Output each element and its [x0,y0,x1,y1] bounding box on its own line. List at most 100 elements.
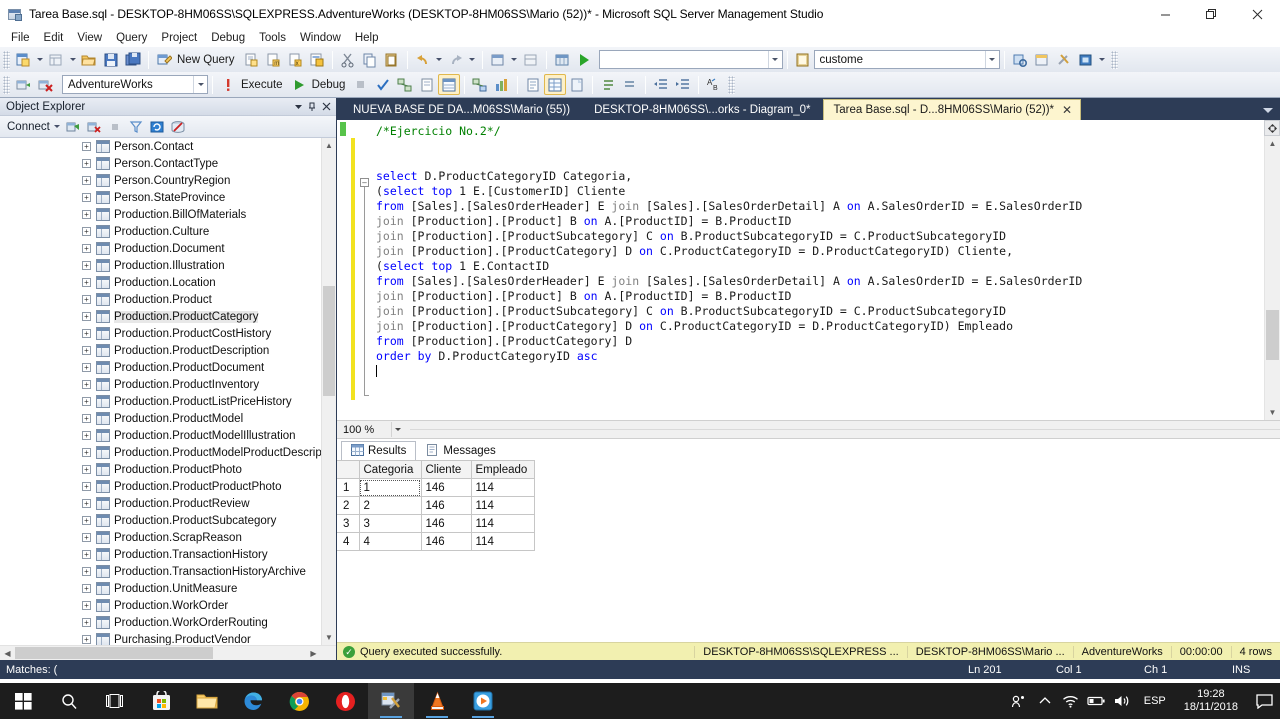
close-button[interactable] [1234,0,1280,29]
expand-icon[interactable]: + [82,227,91,236]
grid-col-empleado[interactable]: Empleado [470,460,535,479]
menu-edit[interactable]: Edit [37,31,71,45]
scrollbar-thumb[interactable] [1266,310,1279,360]
clock[interactable]: 19:28 18/11/2018 [1174,688,1248,714]
tools-options-icon[interactable] [1053,49,1075,70]
toolbox-icon[interactable] [1075,49,1097,70]
input-language-indicator[interactable]: ESP [1136,695,1174,707]
database-combo[interactable]: AdventureWorks [62,75,208,94]
expand-icon[interactable]: + [82,295,91,304]
menu-help[interactable]: Help [348,31,386,45]
toolbar-grip[interactable] [3,75,10,94]
paste-icon[interactable] [381,49,403,70]
show-hidden-icons-chevron-icon[interactable] [1032,683,1058,719]
scrollbar-thumb[interactable] [323,286,335,396]
grid-col-categoria[interactable]: Categoria [358,460,422,479]
minimize-button[interactable] [1142,0,1188,29]
tree-node[interactable]: + Production.Document [0,240,336,257]
grid-cell[interactable]: 4 [358,532,422,551]
row-number[interactable]: 4 [337,532,360,551]
scroll-up-icon[interactable]: ▲ [1265,136,1280,151]
tree-node[interactable]: + Production.ProductDocument [0,359,336,376]
tree-node[interactable]: + Production.ProductModel [0,410,336,427]
sql-code-text[interactable]: /*Ejercicio No.2*/ select D.ProductCateg… [373,120,1264,420]
expand-icon[interactable]: + [82,176,91,185]
tab-list-dropdown-icon[interactable] [1260,103,1276,117]
toolbar-grip[interactable] [3,50,10,69]
tree-node[interactable]: + Production.Culture [0,223,336,240]
tree-node[interactable]: + Production.WorkOrderRouting [0,614,336,631]
tree-node[interactable]: + Production.Illustration [0,257,336,274]
expand-icon[interactable]: + [82,550,91,559]
tree-node[interactable]: + Production.ProductDescription [0,342,336,359]
display-estimated-plan-icon[interactable] [394,74,416,95]
expand-icon[interactable]: + [82,278,91,287]
include-client-statistics-icon[interactable] [491,74,513,95]
new-dmx-query-icon[interactable] [306,49,328,70]
disconnect-icon[interactable] [34,74,56,95]
diagram-dropdown-icon[interactable] [509,49,520,70]
tree-node[interactable]: + Purchasing.ProductVendor [0,631,336,645]
new-mdx-query-icon[interactable]: x [284,49,306,70]
find-combo[interactable]: custome [813,50,1000,69]
grid-cell[interactable]: 114 [470,532,535,551]
grid-cell[interactable]: 1 [358,478,422,497]
expand-icon[interactable]: + [82,363,91,372]
expand-icon[interactable]: + [82,261,91,270]
object-explorer-tree[interactable]: + Person.Contact + Person.ContactType + Perso… [0,138,336,645]
include-actual-plan-icon[interactable] [469,74,491,95]
editor-split-handle[interactable] [1264,120,1280,136]
expand-icon[interactable]: + [82,414,91,423]
copy-icon[interactable] [359,49,381,70]
results-to-grid-2-icon[interactable] [544,74,567,95]
expand-icon[interactable]: + [82,584,91,593]
grid-cell[interactable]: 114 [470,496,535,515]
expand-icon[interactable]: + [82,482,91,491]
new-query-label[interactable]: New Query [175,54,240,66]
row-number[interactable]: 1 [337,478,360,497]
expand-icon[interactable]: + [82,635,91,644]
search-icon[interactable] [46,683,92,719]
undo-dropdown-icon[interactable] [434,49,445,70]
object-explorer-hscrollbar[interactable]: ◀ ▶ [0,645,336,660]
tree-node[interactable]: + Production.TransactionHistory [0,546,336,563]
debug-label[interactable]: Debug [310,79,351,91]
tab-nueva-base-de-datos[interactable]: NUEVA BASE DE DA...M06SS\Mario (55)) [341,100,582,120]
action-center-icon[interactable] [1248,683,1280,719]
toolbar-overflow-grip[interactable] [1110,50,1118,69]
chevron-down-icon[interactable] [193,76,207,93]
grid-col-cliente[interactable]: Cliente [420,460,472,479]
tree-node[interactable]: + Production.Location [0,274,336,291]
results-to-grid-icon[interactable] [438,74,461,95]
row-number[interactable]: 3 [337,514,360,533]
volume-icon[interactable] [1110,683,1136,719]
tree-node[interactable]: + Production.ProductPhoto [0,461,336,478]
results-to-text-icon[interactable] [522,74,544,95]
tree-node[interactable]: + Production.ProductSubcategory [0,512,336,529]
pin-icon[interactable] [305,100,319,114]
decrease-indent-icon[interactable] [650,74,672,95]
table-row[interactable]: 3 3 146 114 [337,514,535,533]
tab-diagram[interactable]: DESKTOP-8HM06SS\...orks - Diagram_0* [582,100,822,120]
stop-refresh-icon[interactable] [168,117,189,136]
new-db-engine-query-icon[interactable] [240,49,262,70]
menu-query[interactable]: Query [109,31,154,45]
parse-check-icon[interactable] [372,74,394,95]
new-query-window-icon[interactable] [12,49,34,70]
find-in-files-icon[interactable] [792,49,814,70]
results-grid[interactable]: Categoria Cliente Empleado 1 1 146 114 2 2 146… [337,460,535,551]
expand-icon[interactable]: + [82,567,91,576]
expand-icon[interactable]: + [82,431,91,440]
expand-icon[interactable]: + [82,346,91,355]
wifi-icon[interactable] [1058,683,1084,719]
maximize-restore-button[interactable] [1188,0,1234,29]
tree-node[interactable]: + Production.ScrapReason [0,529,336,546]
grid-cell[interactable]: 2 [358,496,422,515]
tree-node[interactable]: + Production.TransactionHistoryArchive [0,563,336,580]
row-number[interactable]: 2 [337,496,360,515]
execute-label[interactable]: Execute [239,79,288,91]
microsoft-store-icon[interactable] [138,683,184,719]
filter-icon[interactable] [126,117,147,136]
grid-cell[interactable]: 146 [420,532,472,551]
menu-view[interactable]: View [70,31,109,45]
